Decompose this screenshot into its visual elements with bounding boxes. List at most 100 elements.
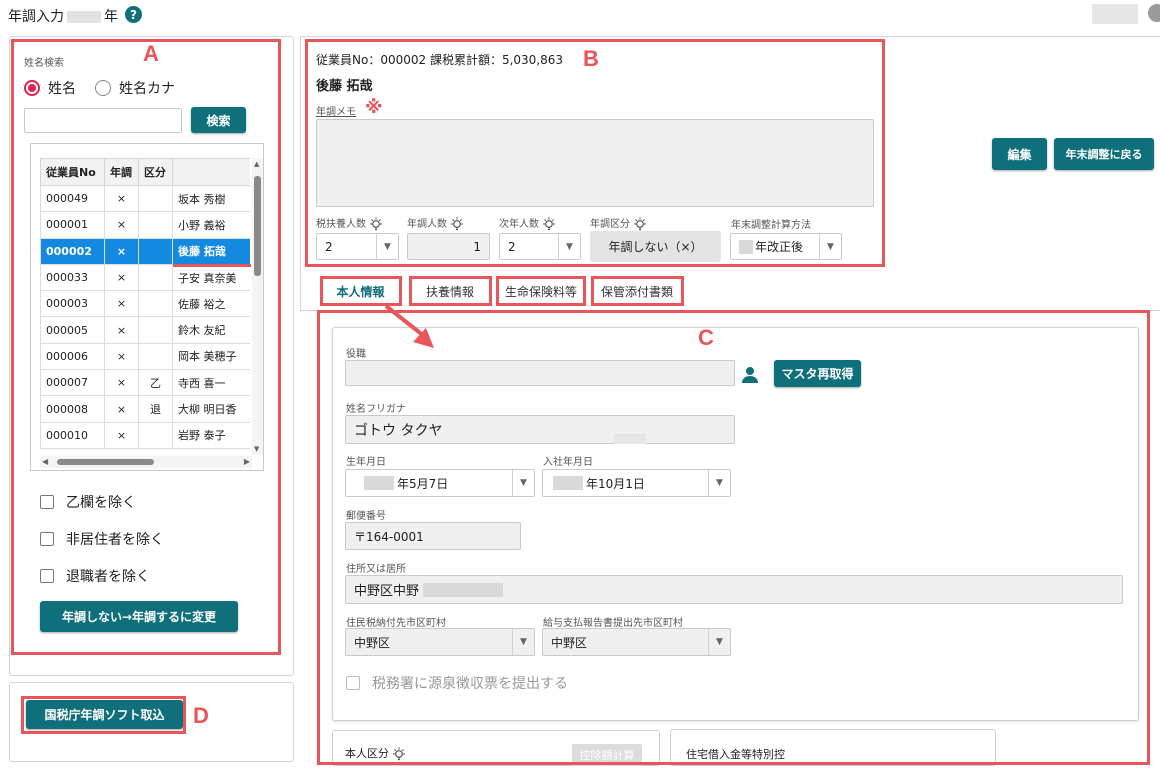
tax-dependents-select[interactable]: 2 ▼ — [316, 233, 399, 260]
position-field[interactable] — [345, 360, 735, 386]
cell-nencho: × — [104, 237, 139, 265]
chevron-down-icon: ▼ — [819, 234, 841, 259]
cell-no: 000005 — [40, 316, 105, 344]
checkbox-icon — [40, 495, 54, 509]
column-header[interactable]: 区分 — [138, 158, 173, 186]
table-row[interactable]: 000005 × 鈴木 友紀 — [40, 316, 250, 344]
employee-table-viewport[interactable]: 従業員No 年調 区分 姓 000049×坂本 秀樹 000001×小野 義裕 … — [40, 158, 250, 454]
radio-kana-label: 姓名カナ — [119, 81, 175, 97]
scroll-left-icon[interactable]: ◀ — [42, 457, 48, 466]
radio-name-label: 姓名 — [48, 81, 76, 97]
cell-name: 寺西 喜一 — [172, 369, 250, 397]
cell-name: 佐藤 裕之 — [172, 290, 250, 318]
column-header[interactable]: 年調 — [104, 158, 139, 186]
scroll-up-icon[interactable]: ▲ — [254, 160, 259, 168]
cell-no: 000008 — [40, 395, 105, 423]
lightbulb-icon — [451, 217, 463, 231]
person-icon[interactable] — [741, 366, 759, 384]
annotation-label-a: A — [143, 41, 159, 66]
tab-attachments[interactable]: 保管添付書類 — [592, 278, 682, 305]
chevron-down-icon: ▼ — [512, 629, 534, 655]
cell-nencho: × — [104, 395, 139, 423]
cell-no: 000010 — [40, 421, 105, 449]
cell-nencho: × — [104, 369, 139, 397]
import-button[interactable]: 国税庁年調ソフト取込 — [26, 700, 183, 729]
table-row[interactable]: 000010 × 岩野 泰子 — [40, 421, 250, 449]
zip-field[interactable]: 〒164-0001 — [345, 522, 521, 550]
filter-label: 乙欄を除く — [66, 495, 136, 511]
column-header[interactable]: 姓 — [172, 158, 250, 186]
employee-name: 後藤 拓哉 — [316, 79, 373, 94]
cell-name: 岡本 美穂子 — [172, 342, 250, 371]
birth-label: 生年月日 — [346, 457, 386, 468]
resident-tax-select[interactable]: 中野区 ▼ — [345, 628, 535, 656]
cell-kubun — [138, 211, 173, 239]
table-row[interactable]: 000001 × 小野 義裕 — [40, 211, 250, 239]
table-row[interactable]: 000049 × 坂本 秀樹 — [40, 184, 250, 213]
cell-nencho: × — [104, 421, 139, 449]
lightbulb-icon — [393, 747, 405, 761]
table-row-selected[interactable]: 000002 × 後藤 拓哉 — [40, 237, 250, 265]
cell-name: 鈴木 友紀 — [172, 316, 250, 344]
hire-label: 入社年月日 — [543, 457, 593, 468]
table-row[interactable]: 000003 × 佐藤 裕之 — [40, 290, 250, 318]
memo-label: 年調メモ — [316, 107, 356, 118]
salary-report-select[interactable]: 中野区 ▼ — [542, 628, 731, 656]
hire-select[interactable]: 年10月1日 ▼ — [542, 469, 731, 497]
next-year-count-select[interactable]: 2 ▼ — [499, 233, 581, 260]
chevron-down-icon: ▼ — [558, 234, 580, 259]
search-button[interactable]: 検索 — [191, 107, 246, 133]
chevron-down-icon: ▼ — [708, 629, 730, 655]
address-field[interactable]: 中野区中野 — [345, 575, 1123, 604]
master-refetch-button[interactable]: マスタ再取得 — [774, 360, 861, 387]
cell-kubun — [138, 184, 173, 213]
column-header[interactable]: 従業員No — [40, 158, 105, 186]
radio-kana[interactable]: 姓名カナ — [95, 78, 175, 98]
memo-textarea[interactable] — [316, 119, 874, 207]
cell-no: 000006 — [40, 342, 105, 371]
deduction-calc-button[interactable]: 控除額計算 — [572, 744, 642, 766]
edit-button[interactable]: 編集 — [992, 138, 1047, 170]
scrollbar-thumb-h[interactable] — [57, 459, 154, 465]
search-input[interactable] — [24, 108, 182, 133]
cell-nencho: × — [104, 211, 139, 239]
cell-no: 000033 — [40, 263, 105, 292]
vertical-scrollbar[interactable]: ▲ ▼ — [252, 158, 263, 455]
search-section-label: 姓名検索 — [24, 58, 64, 69]
back-to-nencho-button[interactable]: 年末調整に戻る — [1054, 138, 1154, 170]
next-year-count-label: 次年人数 — [499, 215, 556, 231]
kana-label: 姓名フリガナ — [346, 404, 406, 415]
horizontal-scrollbar[interactable]: ◀ ▶ — [40, 456, 252, 468]
cell-no: 000002 — [40, 237, 105, 265]
table-row[interactable]: 000008 × 退大柳 明日香 — [40, 395, 250, 423]
nencho-kubun-button[interactable]: 年調しない（×） — [590, 231, 721, 262]
table-row[interactable]: 000033 × 子安 真奈美 — [40, 263, 250, 292]
scrollbar-thumb[interactable] — [254, 176, 261, 276]
table-row[interactable]: 000006 × 岡本 美穂子 — [40, 342, 250, 371]
cell-name: 大柳 明日香 — [172, 395, 250, 423]
kana-field[interactable]: ゴトウ タクヤ — [345, 415, 735, 444]
calc-method-select[interactable]: 年改正後 ▼ — [730, 233, 842, 260]
cell-name: 岩野 泰子 — [172, 421, 250, 449]
cell-kubun: 乙 — [138, 369, 173, 397]
help-icon[interactable]: ? — [125, 6, 142, 23]
tab-life-insurance[interactable]: 生命保険料等 — [497, 278, 585, 305]
filter-exclude-otsu[interactable]: 乙欄を除く — [40, 492, 136, 512]
nencho-count-field[interactable]: 1 — [407, 233, 490, 260]
submit-to-tax-office[interactable]: 税務署に源泉徴収票を提出する — [346, 673, 568, 693]
cell-name: 後藤 拓哉 — [172, 237, 250, 265]
birth-select[interactable]: 年5月7日 ▼ — [345, 469, 535, 497]
checkbox-icon — [40, 532, 54, 546]
scroll-right-icon[interactable]: ▶ — [244, 457, 250, 466]
filter-exclude-retired[interactable]: 退職者を除く — [40, 566, 150, 586]
user-name-redacted — [1092, 4, 1138, 24]
radio-name[interactable]: 姓名 — [24, 78, 76, 98]
user-circle-icon[interactable] — [1148, 4, 1160, 22]
change-nencho-button[interactable]: 年調しない→年調するに変更 — [40, 601, 238, 632]
annotation-label-c: C — [698, 325, 714, 350]
cell-name: 小野 義裕 — [172, 211, 250, 239]
filter-label: 退職者を除く — [66, 569, 150, 585]
table-row[interactable]: 000007 × 乙寺西 喜一 — [40, 369, 250, 397]
scroll-down-icon[interactable]: ▼ — [254, 445, 259, 453]
filter-exclude-nonresident[interactable]: 非居住者を除く — [40, 529, 164, 549]
